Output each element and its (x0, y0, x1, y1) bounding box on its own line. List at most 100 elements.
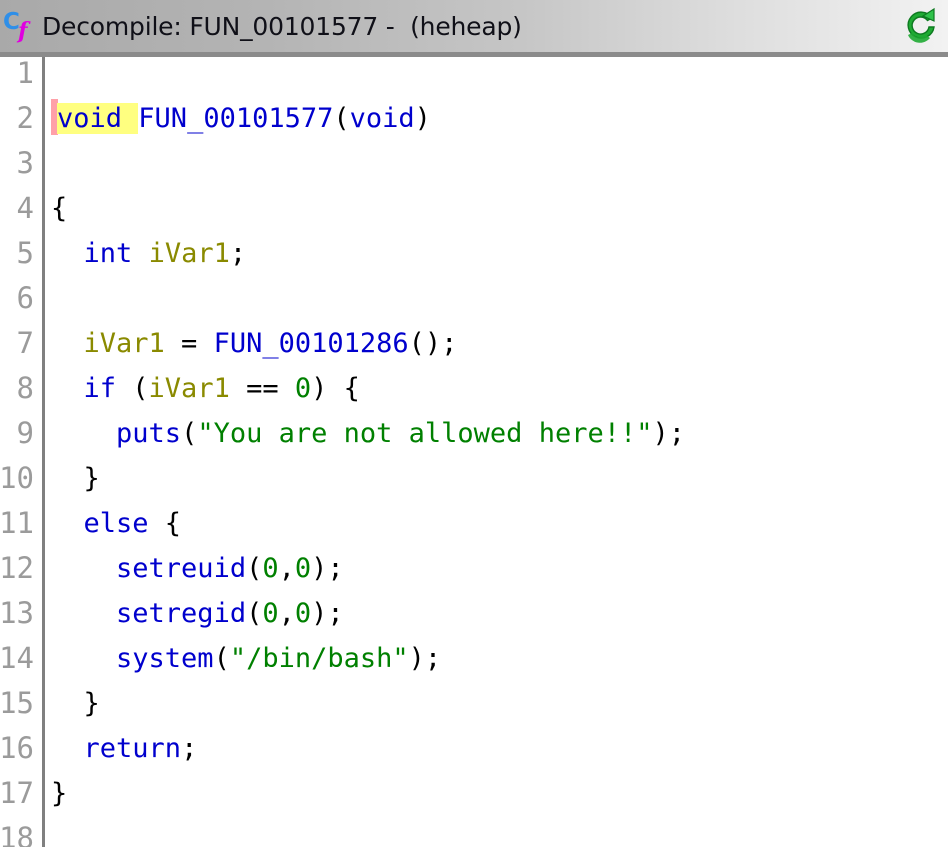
code-token-str: "/bin/bash" (229, 643, 409, 674)
line-number-gutter: 1 (0, 57, 42, 96)
code-line-text[interactable]: } (42, 771, 948, 816)
code-token-pun (51, 373, 84, 404)
window-titlebar: C f Decompile: FUN_00101577 - (heheap) (0, 0, 948, 52)
code-token-str: "You are not allowed here!!" (197, 418, 653, 449)
code-line-text[interactable]: setregid(0,0); (42, 591, 948, 636)
line-number: 17 (0, 776, 34, 810)
code-line[interactable]: 17} (0, 771, 948, 816)
line-number-gutter: 13 (0, 591, 42, 636)
code-line[interactable]: 9 puts("You are not allowed here!!"); (0, 411, 948, 456)
code-line[interactable]: 6 (0, 276, 948, 321)
line-number: 16 (0, 731, 34, 765)
code-line-text[interactable]: iVar1 = FUN_00101286(); (42, 321, 948, 366)
code-line-text[interactable] (42, 57, 948, 96)
code-line[interactable]: 8 if (iVar1 == 0) { (0, 366, 948, 411)
code-token-pun: ) (414, 103, 431, 134)
line-number-gutter: 17 (0, 771, 42, 816)
line-number: 15 (0, 686, 34, 720)
code-token-pun: { (51, 193, 68, 224)
code-token-var: iVar1 (148, 373, 230, 404)
code-line[interactable]: 7 iVar1 = FUN_00101286(); (0, 321, 948, 366)
code-line[interactable]: 14 system("/bin/bash"); (0, 636, 948, 681)
code-line[interactable]: 11 else { (0, 501, 948, 546)
code-line[interactable]: 3 (0, 141, 948, 186)
code-token-pun: = (164, 328, 214, 359)
code-token-num: 0 (262, 598, 279, 629)
code-line[interactable]: 10 } (0, 456, 948, 501)
code-token-kw: void (57, 103, 123, 134)
line-number: 9 (16, 416, 34, 450)
line-number: 14 (0, 641, 34, 675)
code-token-pun: ; (181, 733, 198, 764)
code-token-pun: { (148, 508, 182, 539)
code-line-text[interactable]: return; (42, 726, 948, 771)
code-line-text[interactable]: if (iVar1 == 0) { (42, 366, 948, 411)
code-line[interactable]: 18 (0, 816, 948, 847)
code-token-pun: ( (246, 553, 263, 584)
code-line[interactable]: 15 } (0, 681, 948, 726)
line-number: 10 (0, 461, 34, 495)
code-line[interactable]: 5 int iVar1; (0, 231, 948, 276)
line-number: 5 (16, 236, 34, 270)
code-token-pun: } (51, 688, 100, 719)
code-line-text[interactable] (42, 816, 948, 847)
code-token-var: iVar1 (83, 328, 165, 359)
code-line-text[interactable]: } (42, 456, 948, 501)
refresh-icon[interactable] (900, 5, 940, 47)
code-token-pun: ); (311, 598, 344, 629)
line-number-gutter: 16 (0, 726, 42, 771)
code-line[interactable]: 2 void FUN_00101577(void) (0, 96, 948, 141)
code-line-text[interactable]: { (42, 186, 948, 231)
code-token-pun (122, 103, 139, 134)
code-line[interactable]: 12 setreuid(0,0); (0, 546, 948, 591)
line-number: 12 (0, 551, 34, 585)
code-token-pun: (); (408, 328, 458, 359)
code-token-pun (132, 238, 148, 269)
code-line-text[interactable] (42, 141, 948, 186)
code-token-kw: return (83, 733, 182, 764)
code-line-text[interactable]: else { (42, 501, 948, 546)
code-token-pun: ( (246, 598, 263, 629)
code-token-pun: , (278, 598, 295, 629)
line-number-gutter: 8 (0, 366, 42, 411)
line-number-gutter: 3 (0, 141, 42, 186)
line-number-gutter: 15 (0, 681, 42, 726)
code-token-kw: int (83, 238, 133, 269)
decompiled-code-view[interactable]: 1 2 void FUN_00101577(void) 3 4{5 int iVar1;… (0, 57, 948, 847)
line-number-gutter: 2 (0, 96, 42, 141)
code-line[interactable]: 16 return; (0, 726, 948, 771)
code-line-text[interactable] (42, 276, 948, 321)
code-token-fn: puts (116, 418, 182, 449)
line-number: 18 (0, 821, 34, 847)
code-line-text[interactable]: } (42, 681, 948, 726)
code-token-fn: setreuid (116, 553, 247, 584)
code-token-kw: if (83, 373, 117, 404)
code-token-pun: ( (116, 373, 149, 404)
code-token-var: iVar1 (148, 238, 230, 269)
code-line-text[interactable]: setreuid(0,0); (42, 546, 948, 591)
window-title: Decompile: FUN_00101577 - (heheap) (42, 11, 522, 41)
line-number-gutter: 4 (0, 186, 42, 231)
line-number: 13 (0, 596, 34, 630)
code-line[interactable]: 13 setregid(0,0); (0, 591, 948, 636)
code-line-text[interactable]: puts("You are not allowed here!!"); (42, 411, 948, 456)
code-line-text[interactable]: system("/bin/bash"); (42, 636, 948, 681)
code-line[interactable]: 1 (0, 57, 948, 96)
code-token-pun: ( (213, 643, 230, 674)
c-function-icon: C f (4, 8, 38, 44)
code-line-text[interactable]: void FUN_00101577(void) (42, 96, 948, 141)
code-line-text[interactable]: int iVar1; (42, 231, 948, 276)
code-token-pun: ); (408, 643, 442, 674)
line-number: 3 (16, 146, 34, 180)
code-token-kw: else (83, 508, 149, 539)
line-number-gutter: 18 (0, 816, 42, 847)
code-token-kw: void (349, 103, 415, 134)
code-token-pun: == (229, 373, 295, 404)
code-token-pun (51, 733, 84, 764)
code-token-fn: FUN_00101286 (213, 328, 409, 359)
code-token-pun (51, 553, 116, 584)
code-line[interactable]: 4{ (0, 186, 948, 231)
code-token-pun: , (278, 553, 295, 584)
code-token-pun: ( (181, 418, 198, 449)
code-token-pun: } (51, 463, 100, 494)
